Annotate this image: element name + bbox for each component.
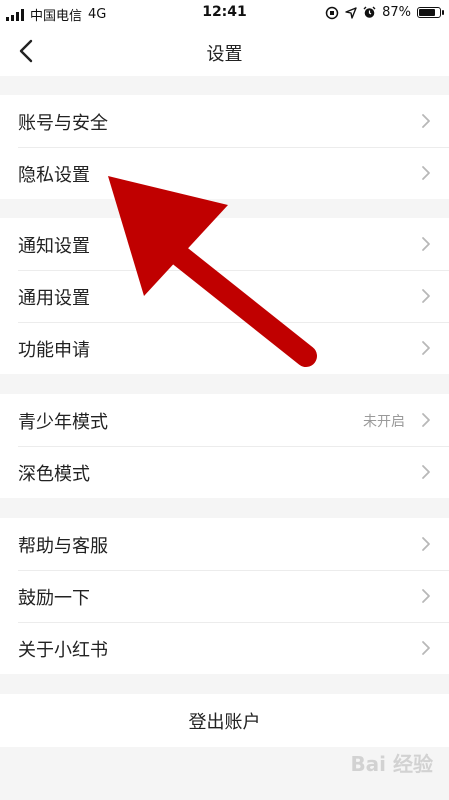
settings-item-teen-mode[interactable]: 青少年模式 未开启 — [0, 394, 449, 446]
teen-mode-status: 未开启 — [363, 414, 405, 430]
logout-label: 登出账户 — [188, 712, 261, 733]
settings-item-dark-mode[interactable]: 深色模式 — [0, 446, 449, 498]
settings-item-encourage[interactable]: 鼓励一下 — [0, 570, 449, 622]
chevron-right-icon — [422, 465, 430, 479]
chevron-right-icon — [422, 413, 430, 427]
settings-group-about: 帮助与客服 鼓励一下 关于小红书 — [0, 518, 449, 674]
chevron-right-icon — [422, 341, 430, 355]
settings-item-notifications[interactable]: 通知设置 — [0, 218, 449, 270]
chevron-right-icon — [422, 537, 430, 551]
settings-item-label: 功能申请 — [18, 340, 90, 361]
chevron-right-icon — [422, 589, 430, 603]
alarm-icon — [363, 6, 376, 18]
battery-icon — [417, 7, 444, 18]
settings-item-label: 隐私设置 — [18, 165, 90, 186]
navigation-bar: 设置 — [0, 26, 449, 76]
settings-group-account: 账号与安全 隐私设置 — [0, 95, 449, 199]
status-right: 87% — [325, 5, 444, 20]
orientation-lock-icon — [325, 6, 339, 19]
page-title: 设置 — [206, 44, 243, 65]
chevron-right-icon — [422, 114, 430, 128]
chevron-right-icon — [422, 641, 430, 655]
settings-item-label: 关于小红书 — [18, 640, 108, 661]
settings-item-label: 帮助与客服 — [18, 536, 108, 557]
chevron-right-icon — [422, 289, 430, 303]
settings-item-feature-request[interactable]: 功能申请 — [0, 322, 449, 374]
battery-percentage: 87% — [382, 5, 411, 20]
settings-item-label: 深色模式 — [18, 464, 90, 485]
settings-group-general: 通知设置 通用设置 功能申请 — [0, 218, 449, 374]
settings-item-about[interactable]: 关于小红书 — [0, 622, 449, 674]
settings-item-label: 青少年模式 — [18, 412, 108, 433]
settings-group-modes: 青少年模式 未开启 深色模式 — [0, 394, 449, 498]
settings-item-label: 通用设置 — [18, 288, 90, 309]
settings-item-label: 通知设置 — [18, 236, 90, 257]
settings-item-general[interactable]: 通用设置 — [0, 270, 449, 322]
settings-item-label: 鼓励一下 — [18, 588, 90, 609]
location-icon — [345, 6, 357, 19]
watermark-logo: Bai 经验 — [350, 752, 433, 776]
settings-item-account-security[interactable]: 账号与安全 — [0, 95, 449, 147]
settings-item-privacy[interactable]: 隐私设置 — [0, 147, 449, 199]
status-bar: 中国电信 4G 12:41 87% — [0, 0, 449, 26]
chevron-right-icon — [422, 237, 430, 251]
chevron-right-icon — [422, 166, 430, 180]
settings-item-help[interactable]: 帮助与客服 — [0, 518, 449, 570]
settings-item-label: 账号与安全 — [18, 113, 108, 134]
logout-button[interactable]: 登出账户 — [0, 694, 449, 747]
